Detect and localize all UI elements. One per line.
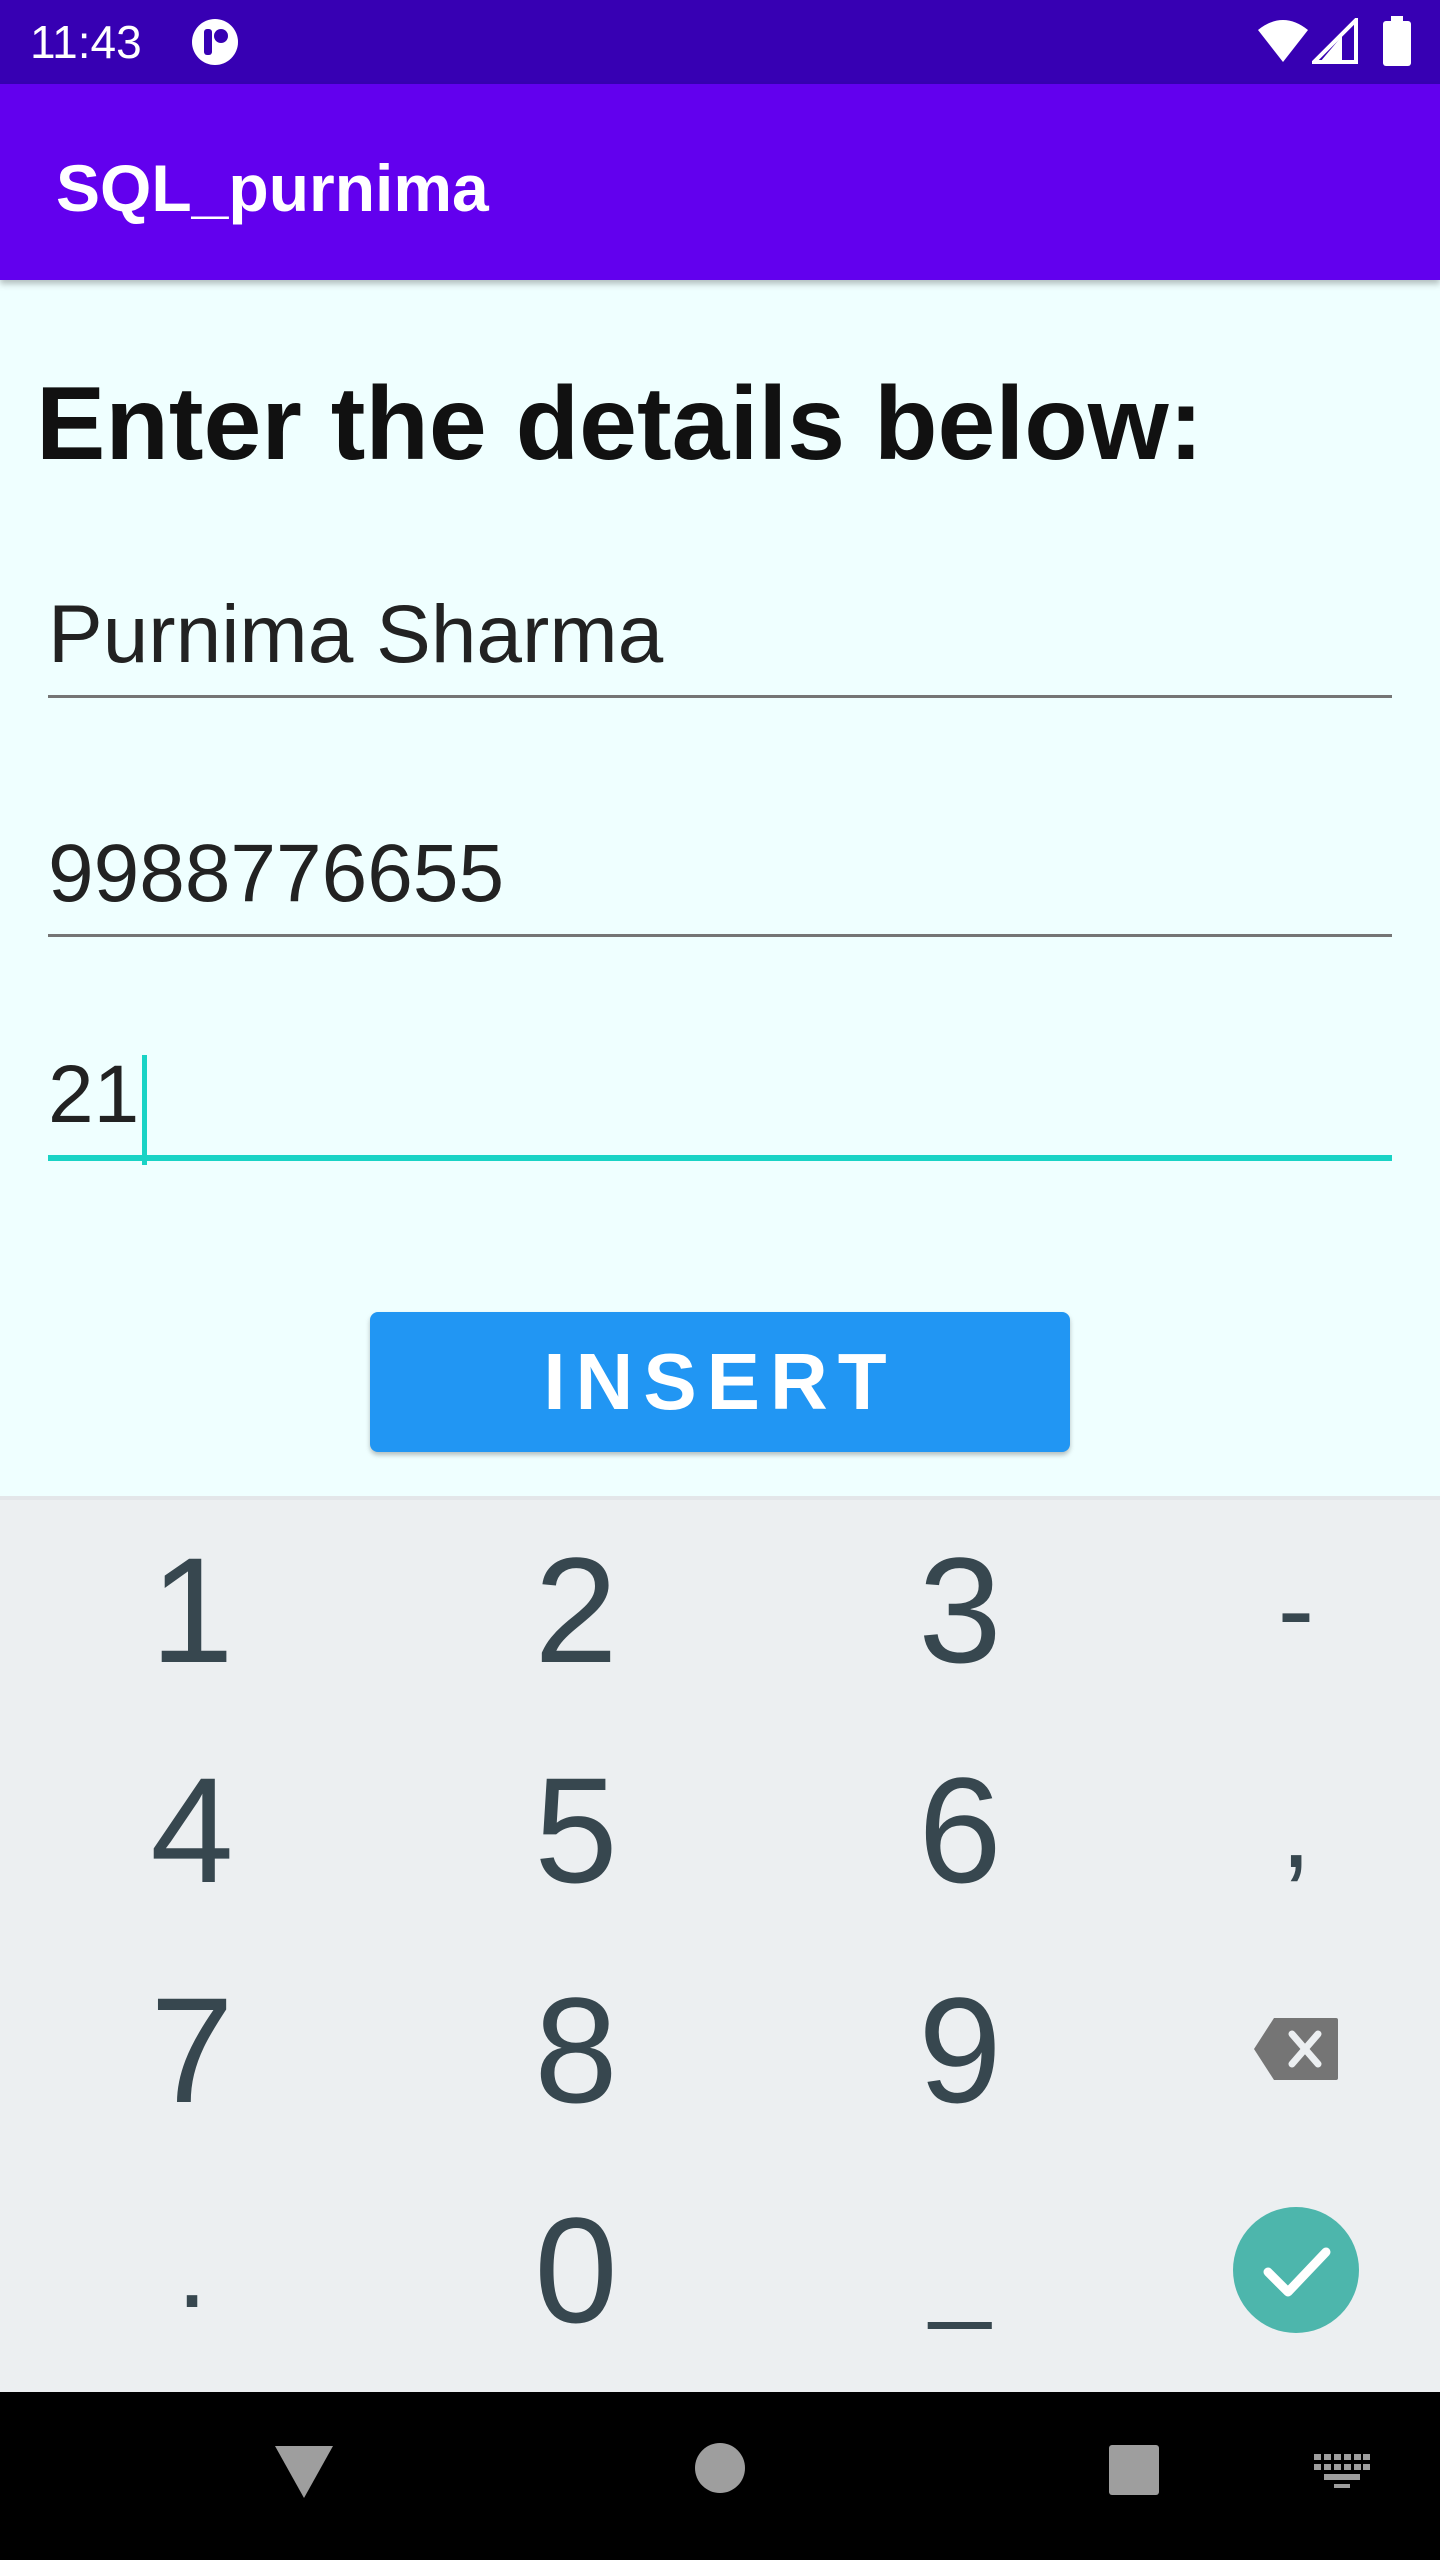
status-bar: 11:43: [0, 0, 1440, 84]
age-field[interactable]: 21: [48, 1045, 1392, 1165]
key-7[interactable]: 7: [12, 1940, 372, 2160]
name-field-underline: [48, 695, 1392, 698]
insert-button[interactable]: INSERT: [370, 1312, 1070, 1452]
key-1[interactable]: 1: [12, 1500, 372, 1720]
status-time: 11:43: [30, 16, 142, 68]
key-dash[interactable]: -: [1116, 1500, 1440, 1720]
navigation-bar: [0, 2392, 1440, 2560]
battery-icon: [1383, 16, 1411, 66]
phone-field-value: 9988776655: [48, 828, 505, 919]
backspace-key[interactable]: [1116, 1940, 1440, 2160]
key-9[interactable]: 9: [780, 1940, 1140, 2160]
key-period[interactable]: .: [12, 2160, 372, 2380]
phone-field[interactable]: 9988776655: [48, 824, 1392, 939]
key-underscore[interactable]: _: [780, 2160, 1140, 2380]
back-triangle-icon[interactable]: [273, 2444, 335, 2500]
key-4[interactable]: 4: [12, 1720, 372, 1940]
key-2[interactable]: 2: [396, 1500, 756, 1720]
app-bar: SQL_purnima: [0, 84, 1440, 280]
done-key[interactable]: [1116, 2160, 1440, 2380]
numeric-keyboard: 1 2 3 - 4 5 6 , 7 8 9 . 0 _: [0, 1496, 1440, 2396]
key-0[interactable]: 0: [396, 2160, 756, 2380]
key-8[interactable]: 8: [396, 1940, 756, 2160]
name-field[interactable]: Purnima Sharma: [48, 585, 1392, 700]
form-heading: Enter the details below:: [36, 366, 1204, 482]
wifi-icon: [1258, 20, 1308, 62]
app-title: SQL_purnima: [56, 151, 489, 225]
home-circle-icon[interactable]: [694, 2442, 746, 2494]
key-5[interactable]: 5: [396, 1720, 756, 1940]
backspace-icon: [1254, 2018, 1338, 2080]
app-notification-icon: [192, 19, 238, 65]
checkmark-icon: [1233, 2207, 1359, 2333]
key-6[interactable]: 6: [780, 1720, 1140, 1940]
key-3[interactable]: 3: [780, 1500, 1140, 1720]
phone-field-underline: [48, 934, 1392, 937]
age-field-underline: [48, 1155, 1392, 1161]
age-field-value: 21: [48, 1049, 140, 1140]
keyboard-switch-icon[interactable]: [1314, 2454, 1370, 2490]
signal-icon: [1312, 18, 1358, 64]
text-cursor: [142, 1055, 147, 1165]
key-comma[interactable]: ,: [1116, 1720, 1440, 1940]
overview-square-icon[interactable]: [1108, 2444, 1160, 2496]
name-field-value: Purnima Sharma: [48, 589, 664, 680]
